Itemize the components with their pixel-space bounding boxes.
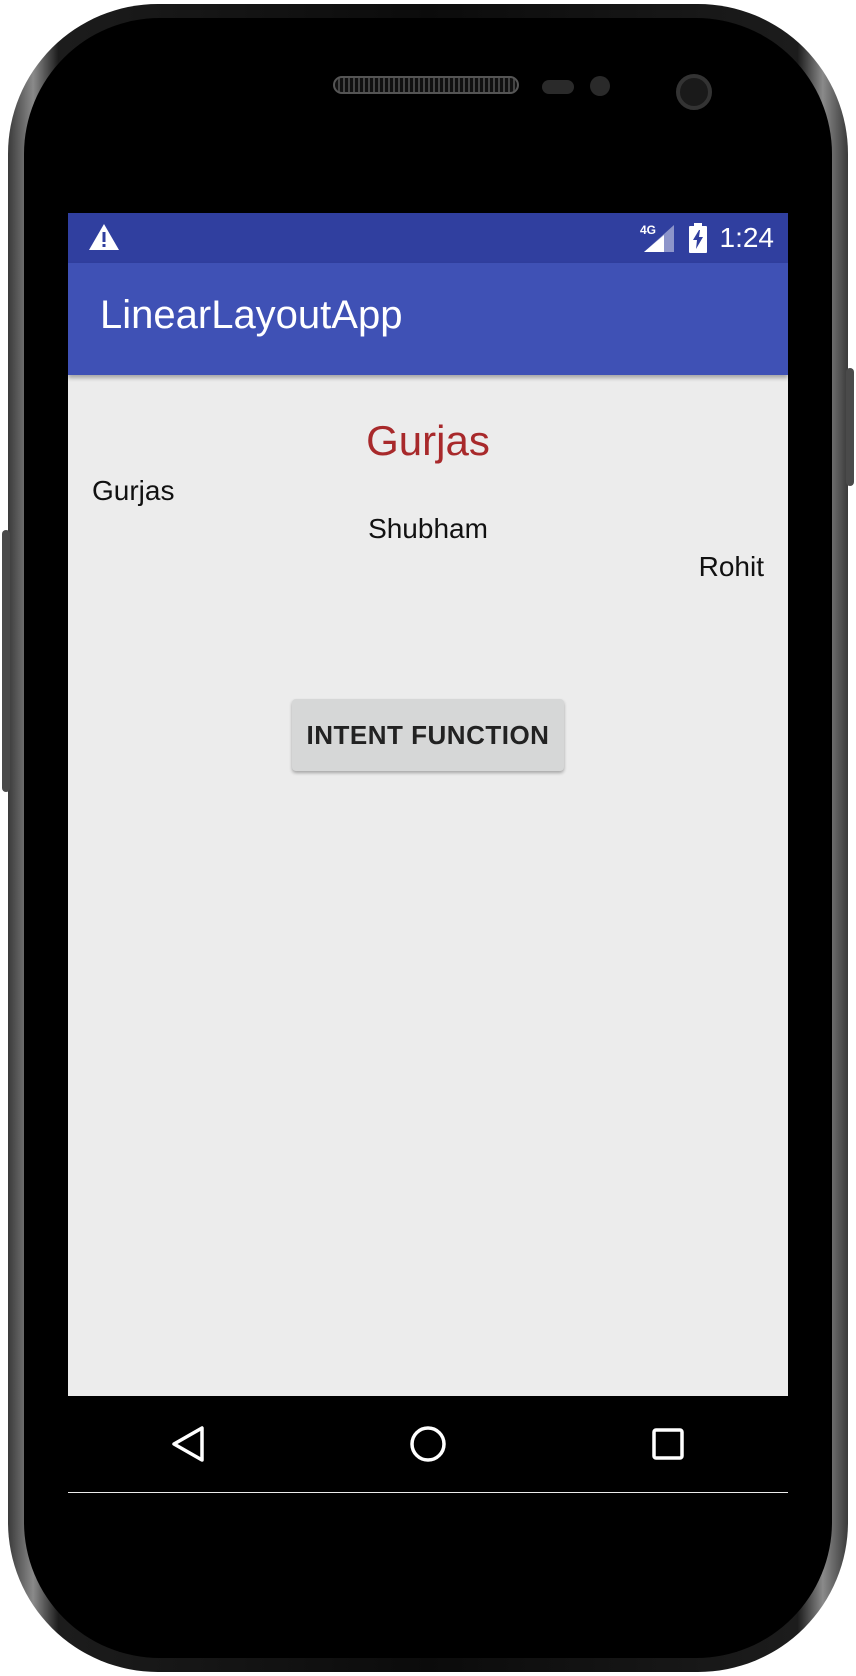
status-clock: 1:24 (719, 222, 775, 253)
back-icon (172, 1426, 204, 1462)
back-button[interactable] (158, 1414, 218, 1474)
home-icon (410, 1426, 446, 1462)
app-bar: LinearLayoutApp (68, 263, 788, 375)
warning-icon (89, 224, 119, 250)
right-aligned-text: Rohit (698, 551, 764, 582)
power-button (846, 368, 854, 486)
heading-text: Gurjas (366, 417, 490, 464)
network-type-label: 4G (640, 223, 656, 237)
center-aligned-text: Shubham (368, 513, 488, 544)
left-aligned-text: Gurjas (92, 475, 175, 506)
device-screen: 4G 1:24 LinearLayoutApp Gurjas Gurjas Sh… (68, 213, 788, 1493)
intent-function-button[interactable]: INTENT FUNCTION (292, 699, 564, 771)
earpiece-speaker (333, 76, 519, 94)
proximity-sensor (542, 80, 574, 94)
recents-icon (652, 1428, 684, 1460)
app-title: LinearLayoutApp (100, 293, 403, 337)
navigation-bar (68, 1396, 788, 1492)
status-indicators: 4G 1:24 (640, 213, 775, 263)
light-sensor (590, 76, 610, 96)
battery-charging-icon (688, 223, 707, 253)
front-camera (676, 74, 712, 110)
status-bar: 4G 1:24 (68, 213, 788, 263)
volume-button (2, 530, 10, 792)
signal-icon: 4G (640, 223, 674, 252)
home-button[interactable] (398, 1414, 458, 1474)
recents-button[interactable] (638, 1414, 698, 1474)
